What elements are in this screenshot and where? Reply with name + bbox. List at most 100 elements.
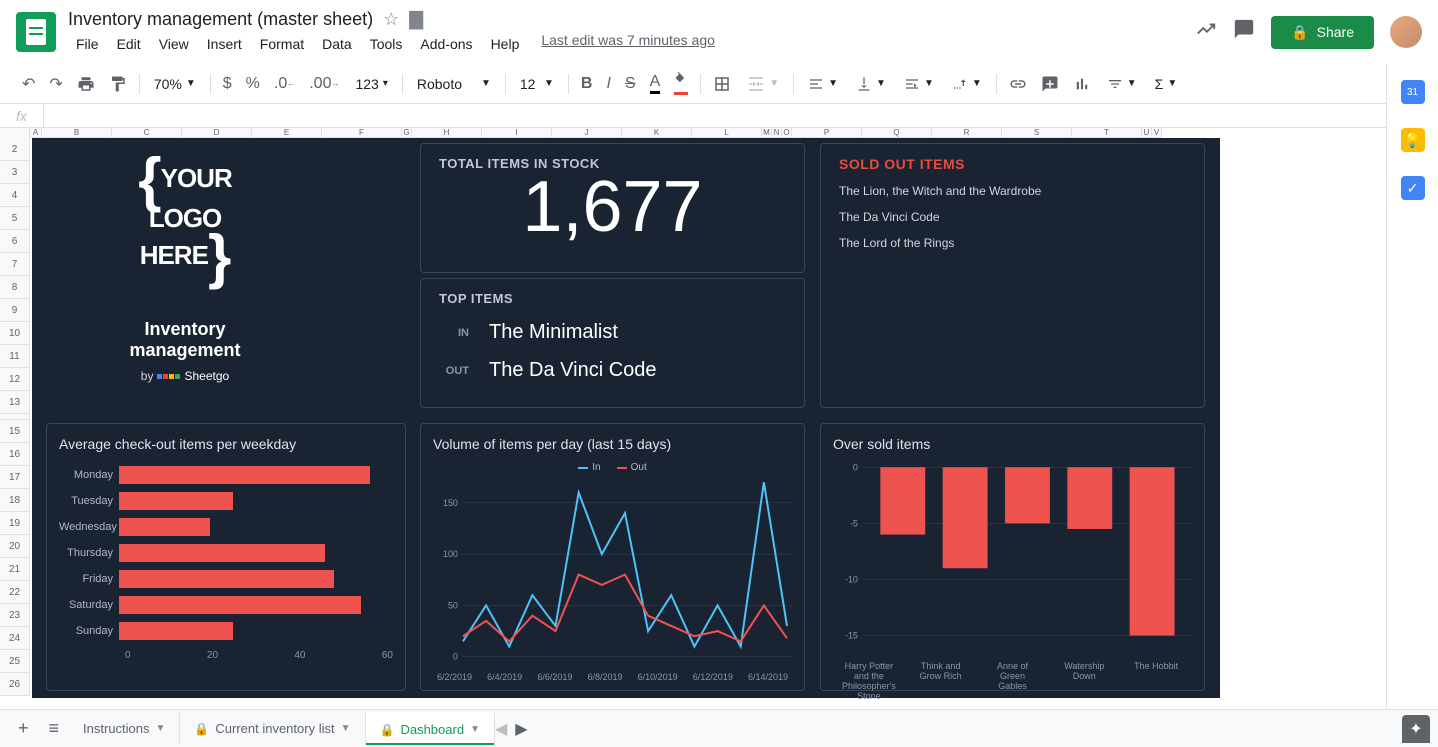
sheet-tab-current-inventory-list[interactable]: 🔒Current inventory list▼ <box>180 712 365 745</box>
last-edit-link[interactable]: Last edit was 7 minutes ago <box>541 32 715 56</box>
dashboard-canvas[interactable]: {{YOURYOURLOGOHERE} Inventory management… <box>30 138 1438 699</box>
bold-button[interactable]: B <box>575 71 599 97</box>
col-header[interactable]: T <box>1072 128 1142 138</box>
row-header[interactable]: 22 <box>0 581 29 604</box>
merge-cells-button[interactable]: ▼ <box>739 71 787 97</box>
row-header[interactable]: 15 <box>0 420 29 443</box>
sheet-tab-instructions[interactable]: Instructions▼ <box>69 712 180 745</box>
col-header[interactable]: H <box>412 128 482 138</box>
row-header[interactable]: 24 <box>0 627 29 650</box>
row-header[interactable]: 26 <box>0 673 29 696</box>
sheets-icon[interactable] <box>16 12 56 52</box>
number-format-select[interactable]: 123▾ <box>347 72 395 96</box>
menu-tools[interactable]: Tools <box>362 32 411 56</box>
halign-button[interactable]: ▼ <box>800 72 846 96</box>
strikethrough-button[interactable]: S <box>619 71 642 97</box>
menu-insert[interactable]: Insert <box>199 32 250 56</box>
tab-scroll-right[interactable]: ▶ <box>515 719 527 739</box>
document-title[interactable]: Inventory management (master sheet) <box>68 9 373 30</box>
menu-help[interactable]: Help <box>483 32 528 56</box>
row-header[interactable]: 10 <box>0 322 29 345</box>
user-avatar[interactable] <box>1390 16 1422 48</box>
zoom-select[interactable]: 70% ▼ <box>146 72 204 96</box>
col-header[interactable]: Q <box>862 128 932 138</box>
row-header[interactable]: 2 <box>0 138 29 161</box>
col-header[interactable]: S <box>1002 128 1072 138</box>
row-header[interactable]: 25 <box>0 650 29 673</box>
row-header[interactable]: 5 <box>0 207 29 230</box>
menu-view[interactable]: View <box>151 32 197 56</box>
row-header[interactable]: 19 <box>0 512 29 535</box>
decrease-decimal-button[interactable]: .0← <box>268 71 301 97</box>
text-color-button[interactable]: A <box>644 69 667 98</box>
rotate-button[interactable]: ▼ <box>944 72 990 96</box>
tasks-icon[interactable]: ✓ <box>1401 176 1425 200</box>
add-sheet-button[interactable]: + <box>8 710 39 747</box>
col-header[interactable]: G <box>402 128 412 138</box>
row-header[interactable]: 11 <box>0 345 29 368</box>
activity-icon[interactable] <box>1195 18 1217 46</box>
comments-icon[interactable] <box>1233 18 1255 46</box>
sheet-tab-dashboard[interactable]: 🔒Dashboard▼ <box>366 712 495 745</box>
link-button[interactable] <box>1003 71 1033 97</box>
wrap-button[interactable]: ▼ <box>896 72 942 96</box>
percent-button[interactable]: % <box>240 71 266 97</box>
tab-scroll-left[interactable]: ◀ <box>495 719 507 739</box>
menu-file[interactable]: File <box>68 32 107 56</box>
volume-chart[interactable]: Volume of items per day (last 15 days) I… <box>420 423 805 691</box>
col-header[interactable]: D <box>182 128 252 138</box>
col-header[interactable]: O <box>782 128 792 138</box>
avg-checkout-chart[interactable]: Average check-out items per weekday Mond… <box>46 423 406 691</box>
share-button[interactable]: 🔒 Share <box>1271 16 1374 49</box>
functions-button[interactable]: Σ▼ <box>1147 72 1186 96</box>
explore-button[interactable]: ✦ <box>1402 715 1430 743</box>
col-header[interactable]: E <box>252 128 322 138</box>
row-header[interactable]: 13 <box>0 391 29 414</box>
row-header[interactable]: 20 <box>0 535 29 558</box>
comment-button[interactable] <box>1035 71 1065 97</box>
col-header[interactable]: B <box>42 128 112 138</box>
row-header[interactable]: 6 <box>0 230 29 253</box>
col-header[interactable]: N <box>772 128 782 138</box>
paint-format-button[interactable] <box>103 71 133 97</box>
chart-button[interactable] <box>1067 71 1097 97</box>
folder-icon[interactable]: ▇ <box>409 9 423 30</box>
col-header[interactable]: I <box>482 128 552 138</box>
keep-icon[interactable]: 💡 <box>1401 128 1425 152</box>
col-header[interactable]: R <box>932 128 1002 138</box>
col-header[interactable]: A <box>30 128 42 138</box>
redo-button[interactable]: ↷ <box>43 70 68 98</box>
currency-button[interactable]: $ <box>217 71 238 97</box>
print-button[interactable] <box>71 71 101 97</box>
col-header[interactable]: F <box>322 128 402 138</box>
col-header[interactable]: C <box>112 128 182 138</box>
undo-button[interactable]: ↶ <box>16 70 41 98</box>
increase-decimal-button[interactable]: .00→ <box>303 71 345 97</box>
filter-button[interactable]: ▼ <box>1099 72 1145 96</box>
col-header[interactable]: K <box>622 128 692 138</box>
row-header[interactable]: 8 <box>0 276 29 299</box>
oversold-chart[interactable]: Over sold items 0-5-10-15 Harry Potter a… <box>820 423 1205 691</box>
valign-button[interactable]: ▼ <box>848 72 894 96</box>
all-sheets-button[interactable]: ≡ <box>39 710 70 747</box>
fill-color-button[interactable] <box>668 68 694 99</box>
menu-addons[interactable]: Add-ons <box>412 32 480 56</box>
calendar-icon[interactable]: 31 <box>1401 80 1425 104</box>
row-header[interactable]: 3 <box>0 161 29 184</box>
row-header[interactable]: 12 <box>0 368 29 391</box>
row-header[interactable]: 7 <box>0 253 29 276</box>
menu-data[interactable]: Data <box>314 32 360 56</box>
menu-edit[interactable]: Edit <box>109 32 149 56</box>
row-header[interactable]: 4 <box>0 184 29 207</box>
font-size-select[interactable]: 12 ▼ <box>512 72 562 96</box>
row-header[interactable]: 18 <box>0 489 29 512</box>
borders-button[interactable] <box>707 71 737 97</box>
col-header[interactable]: V <box>1152 128 1162 138</box>
row-header[interactable]: 16 <box>0 443 29 466</box>
col-header[interactable]: U <box>1142 128 1152 138</box>
font-select[interactable]: Roboto ▼ <box>409 72 499 96</box>
row-header[interactable]: 23 <box>0 604 29 627</box>
row-header[interactable]: 21 <box>0 558 29 581</box>
star-icon[interactable]: ☆ <box>383 9 399 30</box>
italic-button[interactable]: I <box>600 71 616 97</box>
